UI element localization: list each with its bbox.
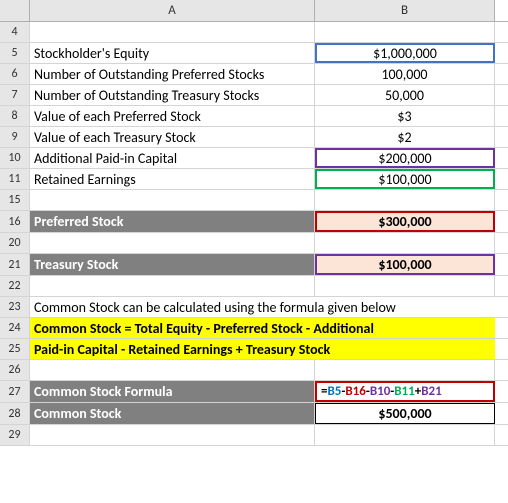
- row-header-20[interactable]: 20: [0, 233, 30, 253]
- row-4: 4: [0, 22, 508, 43]
- cell-a16[interactable]: Preferred Stock: [30, 211, 315, 232]
- row-29: 29: [0, 425, 508, 446]
- cell-b4[interactable]: [315, 22, 495, 42]
- cell-b28[interactable]: $500,000: [315, 403, 495, 424]
- cell-b26[interactable]: [315, 360, 495, 380]
- row-header-15[interactable]: 15: [0, 190, 30, 210]
- column-headers: A B: [0, 0, 508, 22]
- row-header-11[interactable]: 11: [0, 169, 30, 189]
- spreadsheet: A B 4 5 Stockholder's Equity $1,000,000 …: [0, 0, 508, 446]
- cell-a4[interactable]: [30, 22, 315, 42]
- cell-b22[interactable]: [315, 276, 495, 296]
- row-20: 20: [0, 233, 508, 254]
- row-26: 26: [0, 360, 508, 381]
- corner-cell[interactable]: [0, 0, 30, 21]
- row-6: 6 Number of Outstanding Preferred Stocks…: [0, 64, 508, 85]
- cell-b7[interactable]: 50,000: [315, 85, 495, 105]
- cell-a29[interactable]: [30, 425, 315, 445]
- formula-ref-b16: B16: [345, 384, 365, 399]
- cell-a11[interactable]: Retained Earnings: [30, 169, 315, 189]
- column-header-b[interactable]: B: [315, 0, 495, 21]
- row-9: 9 Value of each Treasury Stock $2: [0, 127, 508, 148]
- row-header-24[interactable]: 24: [0, 318, 30, 338]
- row-10: 10 Additional Paid-in Capital $200,000: [0, 148, 508, 169]
- cell-b11[interactable]: $100,000: [315, 169, 495, 189]
- cell-b5[interactable]: $1,000,000: [315, 43, 495, 63]
- row-7: 7 Number of Outstanding Treasury Stocks …: [0, 85, 508, 106]
- row-header-21[interactable]: 21: [0, 254, 30, 275]
- cell-b8[interactable]: $3: [315, 106, 495, 126]
- cell-a20[interactable]: [30, 233, 315, 253]
- row-header-25[interactable]: 25: [0, 339, 30, 359]
- row-header-29[interactable]: 29: [0, 425, 30, 445]
- row-header-22[interactable]: 22: [0, 276, 30, 296]
- row-header-7[interactable]: 7: [0, 85, 30, 105]
- formula-ref-b5: B5: [327, 384, 341, 399]
- cell-a8[interactable]: Value of each Preferred Stock: [30, 106, 315, 126]
- formula-ref-b10: B10: [370, 384, 390, 399]
- cell-a25[interactable]: Paid-in Capital - Retained Earnings + Tr…: [30, 339, 495, 359]
- cell-a15[interactable]: [30, 190, 315, 210]
- row-27: 27 Common Stock Formula =B5-B16-B10-B11+…: [0, 381, 508, 403]
- row-header-27[interactable]: 27: [0, 381, 30, 402]
- row-23: 23 Common Stock can be calculated using …: [0, 297, 508, 318]
- row-28: 28 Common Stock $500,000: [0, 403, 508, 425]
- cell-b9[interactable]: $2: [315, 127, 495, 147]
- cell-a28[interactable]: Common Stock: [30, 403, 315, 424]
- row-11: 11 Retained Earnings $100,000: [0, 169, 508, 190]
- row-header-23[interactable]: 23: [0, 297, 30, 317]
- cell-b15[interactable]: [315, 190, 495, 210]
- formula-ref-b11: B11: [394, 384, 414, 399]
- row-8: 8 Value of each Preferred Stock $3: [0, 106, 508, 127]
- row-25: 25 Paid-in Capital - Retained Earnings +…: [0, 339, 508, 360]
- row-header-9[interactable]: 9: [0, 127, 30, 147]
- row-24: 24 Common Stock = Total Equity - Preferr…: [0, 318, 508, 339]
- row-header-26[interactable]: 26: [0, 360, 30, 380]
- cell-a9[interactable]: Value of each Treasury Stock: [30, 127, 315, 147]
- cell-a22[interactable]: [30, 276, 315, 296]
- row-header-16[interactable]: 16: [0, 211, 30, 232]
- cell-a21[interactable]: Treasury Stock: [30, 254, 315, 275]
- cell-b20[interactable]: [315, 233, 495, 253]
- row-21: 21 Treasury Stock $100,000: [0, 254, 508, 276]
- cell-b10[interactable]: $200,000: [315, 148, 495, 168]
- formula-ref-b21: B21: [421, 384, 441, 399]
- row-header-28[interactable]: 28: [0, 403, 30, 424]
- row-header-5[interactable]: 5: [0, 43, 30, 63]
- row-header-4[interactable]: 4: [0, 22, 30, 42]
- row-header-8[interactable]: 8: [0, 106, 30, 126]
- cell-a24[interactable]: Common Stock = Total Equity - Preferred …: [30, 318, 495, 338]
- row-header-10[interactable]: 10: [0, 148, 30, 168]
- cell-b16[interactable]: $300,000: [315, 211, 495, 232]
- row-header-6[interactable]: 6: [0, 64, 30, 84]
- cell-a27[interactable]: Common Stock Formula: [30, 381, 315, 402]
- cell-b21[interactable]: $100,000: [315, 254, 495, 275]
- cell-b29[interactable]: [315, 425, 495, 445]
- cell-a10[interactable]: Additional Paid-in Capital: [30, 148, 315, 168]
- cell-a23[interactable]: Common Stock can be calculated using the…: [30, 297, 495, 317]
- cell-a7[interactable]: Number of Outstanding Treasury Stocks: [30, 85, 315, 105]
- cell-b27[interactable]: =B5-B16-B10-B11+B21: [315, 381, 495, 402]
- cell-a5[interactable]: Stockholder's Equity: [30, 43, 315, 63]
- cell-a26[interactable]: [30, 360, 315, 380]
- row-16: 16 Preferred Stock $300,000: [0, 211, 508, 233]
- cell-a6[interactable]: Number of Outstanding Preferred Stocks: [30, 64, 315, 84]
- row-15: 15: [0, 190, 508, 211]
- row-22: 22: [0, 276, 508, 297]
- cell-b6[interactable]: 100,000: [315, 64, 495, 84]
- column-header-a[interactable]: A: [30, 0, 315, 21]
- row-5: 5 Stockholder's Equity $1,000,000: [0, 43, 508, 64]
